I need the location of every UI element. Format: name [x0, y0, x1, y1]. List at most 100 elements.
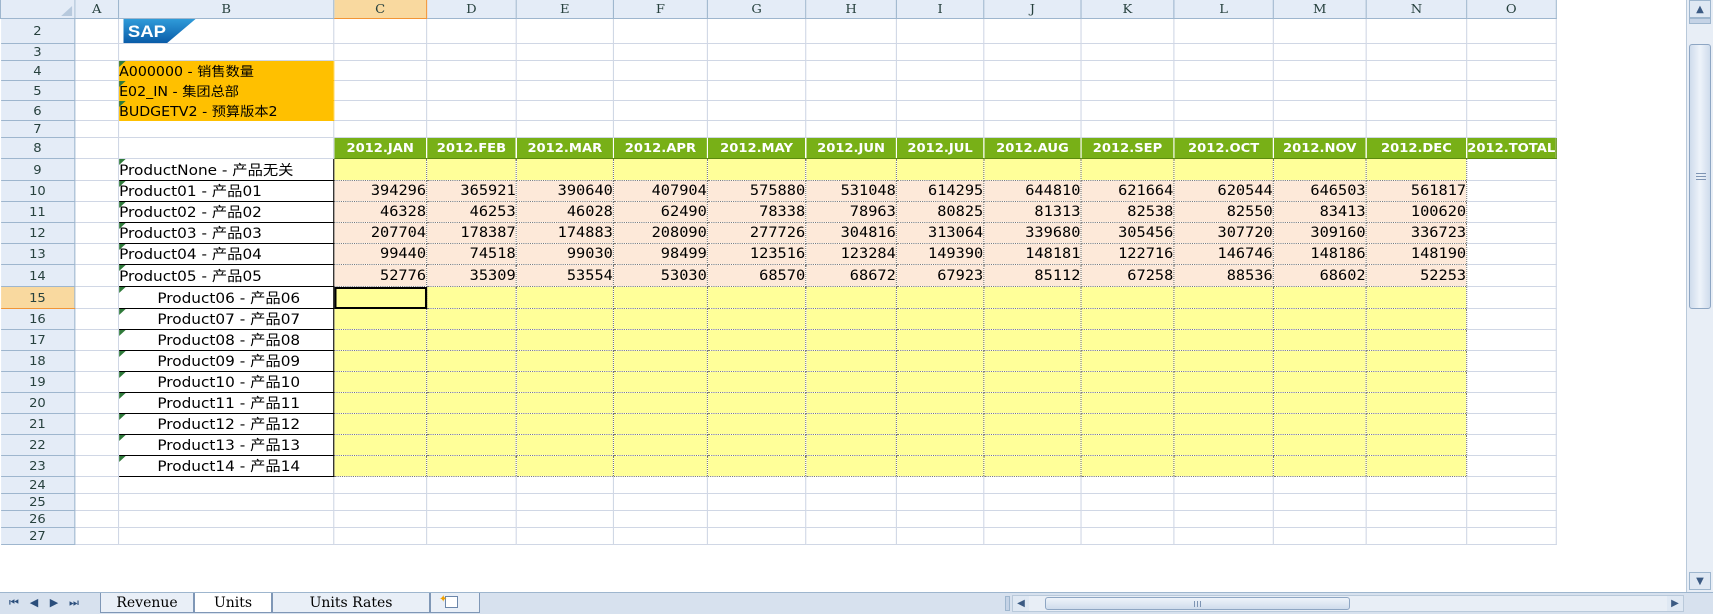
cell[interactable] [1081, 18, 1175, 44]
value-cell[interactable]: 46253 [426, 201, 517, 223]
input-cell[interactable] [1173, 413, 1274, 435]
column-header-e[interactable]: E [515, 0, 614, 19]
product-label[interactable]: Product02 - 产品02 [117, 201, 335, 223]
info-cell[interactable]: BUDGETV2 - 预算版本2 [118, 100, 335, 121]
input-cell[interactable] [613, 286, 708, 309]
cell[interactable] [1466, 243, 1557, 265]
cell[interactable] [516, 510, 614, 528]
value-cell[interactable]: 99440 [333, 243, 428, 265]
value-cell[interactable]: 85112 [983, 264, 1082, 287]
cell[interactable] [1366, 120, 1468, 138]
input-cell[interactable] [1366, 308, 1468, 330]
cell[interactable] [1466, 264, 1557, 287]
value-cell[interactable]: 100620 [1366, 201, 1468, 223]
cell[interactable] [805, 80, 897, 101]
month-header[interactable]: 2012.TOTAL [1466, 137, 1557, 159]
input-cell[interactable] [333, 392, 428, 414]
value-cell[interactable]: 68672 [805, 264, 897, 287]
cell[interactable] [426, 120, 517, 138]
month-header[interactable]: 2012.MAY [707, 137, 807, 159]
cell[interactable] [1273, 100, 1367, 121]
input-cell[interactable] [516, 371, 614, 393]
product-label[interactable]: Product04 - 产品04 [117, 243, 335, 265]
cell[interactable] [1466, 493, 1557, 511]
input-cell[interactable] [426, 392, 517, 414]
input-cell[interactable] [516, 350, 614, 372]
input-cell[interactable] [333, 158, 428, 181]
info-cell[interactable]: A000000 - 销售数量 [118, 60, 335, 81]
value-cell[interactable]: 208090 [613, 222, 708, 244]
cell[interactable] [74, 222, 120, 244]
scroll-up-icon[interactable]: ▲ [1689, 0, 1711, 18]
value-cell[interactable]: 307720 [1173, 222, 1274, 244]
input-cell[interactable] [805, 286, 897, 309]
row-header-4[interactable]: 4 [0, 60, 76, 81]
cell[interactable] [805, 60, 897, 81]
cell[interactable] [707, 80, 807, 101]
input-cell[interactable] [426, 158, 517, 181]
input-cell[interactable] [896, 308, 985, 330]
column-header-n[interactable]: N [1365, 0, 1468, 19]
input-cell[interactable] [896, 455, 985, 477]
cell[interactable] [1273, 527, 1367, 545]
input-cell[interactable] [707, 434, 807, 456]
value-cell[interactable]: 148190 [1366, 243, 1468, 265]
cell[interactable] [896, 18, 985, 44]
cell[interactable] [74, 201, 120, 223]
cell[interactable] [805, 100, 897, 121]
input-cell[interactable] [426, 308, 517, 330]
value-cell[interactable]: 62490 [613, 201, 708, 223]
month-header[interactable]: 2012.APR [613, 137, 708, 159]
value-cell[interactable]: 178387 [426, 222, 517, 244]
input-cell[interactable] [333, 413, 428, 435]
month-header[interactable]: 2012.AUG [983, 137, 1082, 159]
input-cell[interactable] [426, 350, 517, 372]
select-all-corner[interactable] [0, 0, 76, 19]
info-cell[interactable]: E02_IN - 集团总部 [118, 80, 335, 101]
cell[interactable] [1173, 60, 1274, 81]
value-cell[interactable]: 82538 [1081, 201, 1175, 223]
column-header-o[interactable]: O [1466, 0, 1557, 19]
row-header-2[interactable]: 2 [0, 18, 76, 44]
cell[interactable] [1273, 120, 1367, 138]
input-cell[interactable] [896, 434, 985, 456]
input-cell[interactable] [707, 158, 807, 181]
input-cell[interactable] [516, 329, 614, 351]
month-header[interactable]: 2012.JUL [896, 137, 985, 159]
input-cell[interactable] [1366, 158, 1468, 181]
row-header-12[interactable]: 12 [0, 222, 76, 244]
cell[interactable] [805, 43, 897, 61]
cell[interactable] [1173, 493, 1274, 511]
insert-sheet-button[interactable]: ✦ [430, 593, 480, 613]
cell[interactable] [1466, 201, 1557, 223]
input-cell[interactable] [983, 286, 1082, 309]
row-header-24[interactable]: 24 [0, 476, 76, 494]
cell[interactable] [118, 120, 335, 138]
value-cell[interactable]: 68570 [707, 264, 807, 287]
cell[interactable] [1466, 329, 1557, 351]
cell[interactable] [1366, 60, 1468, 81]
cell[interactable] [1273, 18, 1367, 44]
horizontal-scroll-thumb[interactable] [1045, 597, 1350, 610]
value-cell[interactable]: 146746 [1173, 243, 1274, 265]
cell[interactable] [516, 60, 614, 81]
column-header-h[interactable]: H [805, 0, 897, 19]
input-cell[interactable] [1273, 158, 1367, 181]
cell[interactable] [333, 43, 428, 61]
value-cell[interactable]: 123284 [805, 243, 897, 265]
cell[interactable] [707, 510, 807, 528]
cell[interactable] [426, 493, 517, 511]
cell[interactable] [613, 100, 708, 121]
value-cell[interactable]: 620544 [1173, 180, 1274, 202]
value-cell[interactable]: 304816 [805, 222, 897, 244]
cell[interactable] [613, 80, 708, 101]
cell[interactable] [1466, 286, 1557, 309]
cell[interactable] [1466, 222, 1557, 244]
value-cell[interactable]: 81313 [983, 201, 1082, 223]
cell[interactable] [74, 243, 120, 265]
value-cell[interactable]: 646503 [1273, 180, 1367, 202]
row-header-25[interactable]: 25 [0, 493, 76, 511]
value-cell[interactable]: 309160 [1273, 222, 1367, 244]
split-handle[interactable] [1689, 18, 1711, 24]
cell[interactable] [74, 527, 120, 545]
